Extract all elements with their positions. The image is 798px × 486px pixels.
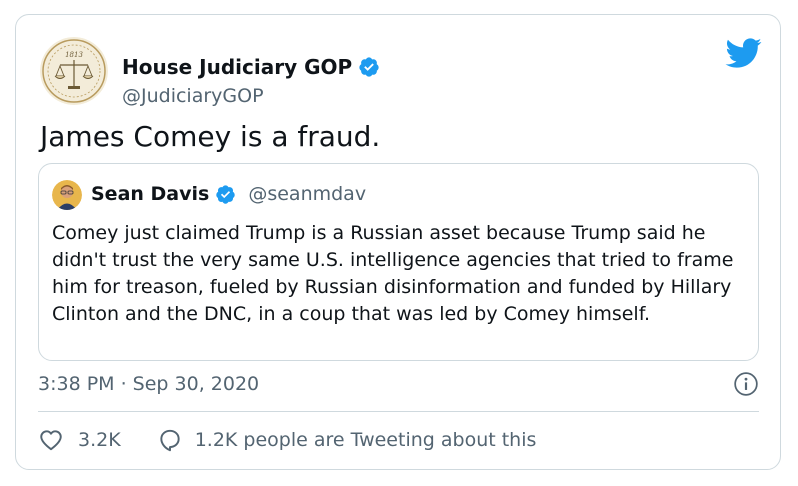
- person-avatar-icon: [52, 180, 82, 210]
- heart-icon: [40, 430, 62, 451]
- svg-text:1813: 1813: [65, 51, 83, 59]
- quoted-author-handle[interactable]: @seanmdav: [248, 181, 366, 207]
- like-button[interactable]: 3.2K: [38, 427, 121, 453]
- like-count: 3.2K: [78, 429, 121, 451]
- tweet-about-this-button[interactable]: 1.2K people are Tweeting about this: [157, 427, 537, 453]
- tweet-timestamp[interactable]: 3:38 PM · Sep 30, 2020: [38, 372, 259, 396]
- speech-bubble-icon: [160, 429, 180, 452]
- quoted-author-row[interactable]: Sean Davis @seanmdav: [91, 181, 366, 207]
- author-name-row[interactable]: House Judiciary GOP: [122, 55, 380, 79]
- quoted-author-name[interactable]: Sean Davis: [91, 181, 209, 207]
- author-avatar[interactable]: 1813: [40, 37, 108, 105]
- divider: [38, 411, 759, 412]
- author-handle[interactable]: @JudiciaryGOP: [122, 85, 264, 107]
- quoted-author-avatar[interactable]: [52, 180, 82, 210]
- tweeting-about-label: 1.2K people are Tweeting about this: [194, 429, 537, 451]
- verified-badge-icon: [216, 184, 236, 204]
- tweet-card: 1813 House Judiciary GOP @JudiciaryGOP J…: [15, 14, 781, 470]
- verified-badge-icon: [359, 57, 379, 77]
- quoted-tweet-text: Comey just claimed Trump is a Russian as…: [52, 222, 734, 325]
- tweet-text: James Comey is a fraud.: [40, 120, 381, 153]
- quoted-tweet[interactable]: Sean Davis @seanmdav Comey just claimed …: [38, 163, 759, 361]
- scales-seal-icon: 1813: [40, 37, 108, 105]
- tweet-actions: 3.2K 1.2K people are Tweeting about this: [38, 427, 536, 453]
- author-name[interactable]: House Judiciary GOP: [122, 55, 352, 79]
- info-icon[interactable]: [733, 371, 759, 397]
- twitter-bird-icon[interactable]: [724, 37, 762, 69]
